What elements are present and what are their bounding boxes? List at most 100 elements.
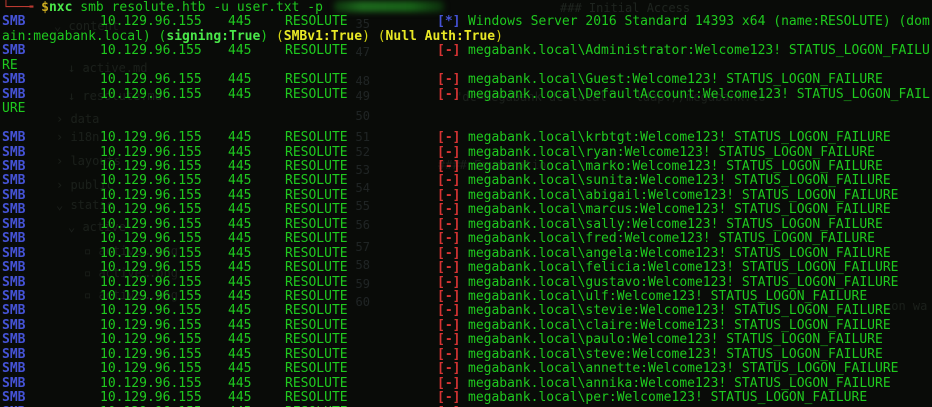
target-ip: 10.129.96.155 (100, 72, 202, 88)
smb-protocol-label: SMB (2, 303, 26, 319)
smb-protocol-label: SMB (2, 390, 26, 406)
host-info-segment: ) (362, 28, 378, 44)
target-hostname: RESOLUTE (285, 216, 348, 232)
logon-failure-message: megabank.local\paulo:Welcome123! STATUS_… (468, 332, 883, 348)
target-hostname: RESOLUTE (285, 317, 348, 333)
target-hostname: RESOLUTE (285, 346, 348, 362)
smb-protocol-label: SMB (2, 14, 26, 30)
target-hostname: RESOLUTE (285, 144, 348, 160)
target-hostname: RESOLUTE (285, 86, 348, 102)
shell-prompt: └──╼ $nxc smb resolute.htb -u user.txt -… (2, 1, 444, 15)
logon-failure-message: megabank.local\Guest:Welcome123! STATUS_… (468, 72, 883, 88)
wrapped-continuation: RE (2, 57, 18, 73)
target-port: 445 (228, 245, 252, 261)
status-flag-icon: [-] (437, 187, 461, 203)
logon-failure-message: megabank.local\fred:Welcome123! STATUS_L… (468, 231, 875, 247)
smb-protocol-label: SMB (2, 289, 26, 304)
smb-protocol-label: SMB (2, 260, 26, 276)
target-port: 445 (228, 274, 252, 290)
command-args: smb resolute.htb -u user.txt -p (72, 0, 331, 15)
target-port: 445 (228, 130, 252, 146)
status-flag-icon: [-] (437, 260, 461, 276)
smb-protocol-label: SMB (2, 332, 26, 348)
smb-protocol-label: SMB (2, 144, 26, 160)
command-name: nxc (48, 0, 73, 15)
logon-failure-message: megabank.local\annette:Welcome123! STATU… (468, 361, 899, 377)
smb-protocol-label: SMB (2, 158, 26, 174)
prompt-dollar: $ (41, 0, 49, 15)
status-flag-icon: [-] (437, 158, 461, 174)
smb-protocol-label: SMB (2, 245, 26, 261)
smb-protocol-label: SMB (2, 274, 26, 290)
logon-failure-message: megabank.local\angela:Welcome123! STATUS… (468, 245, 891, 261)
target-port: 445 (228, 346, 252, 362)
target-hostname: RESOLUTE (285, 274, 348, 290)
target-hostname: RESOLUTE (285, 361, 348, 377)
terminal-line: SMB 10.129.96.155 445 RESOLUTE [-] megabank.l… (0, 261, 932, 276)
logon-failure-message: megabank.local\krbtgt:Welcome123! STATUS… (468, 130, 891, 146)
target-port: 445 (228, 390, 252, 406)
logon-failure-message: megabank.local\ryan:Welcome123! STATUS_L… (468, 144, 875, 160)
status-flag-icon: [-] (437, 202, 461, 218)
logon-failure-message: megabank.local\abigail:Welcome123! STATU… (468, 187, 899, 203)
host-info-segment: SMBv1:True (283, 28, 363, 44)
host-info-wrap: ain:megabank.local) (signing:True) (SMBv… (2, 28, 503, 44)
target-ip: 10.129.96.155 (100, 245, 202, 261)
target-hostname: RESOLUTE (285, 72, 348, 88)
terminal-line: SMB 10.129.96.155 445 RESOLUTE [-] megabank.l… (0, 131, 932, 146)
target-ip: 10.129.96.155 (100, 202, 202, 218)
terminal-line: URE (0, 102, 932, 117)
host-info-segment: ( (377, 28, 386, 44)
smb-protocol-label: SMB (2, 216, 26, 232)
target-ip: 10.129.96.155 (100, 303, 202, 319)
smb-protocol-label: SMB (2, 202, 26, 218)
smb-protocol-label: SMB (2, 72, 26, 88)
smb-protocol-label: SMB (2, 375, 26, 391)
status-flag-icon: [-] (437, 231, 461, 247)
target-hostname: RESOLUTE (285, 43, 348, 59)
status-flag-icon: [-] (437, 332, 461, 348)
target-hostname: RESOLUTE (285, 390, 348, 406)
target-ip: 10.129.96.155 (100, 86, 202, 102)
logon-failure-message: megabank.local\sally:Welcome123! STATUS_… (468, 216, 883, 232)
target-ip: 10.129.96.155 (100, 231, 202, 247)
logon-failure-message: megabank.local\ulf:Welcome123! STATUS_LO… (468, 289, 868, 304)
host-info-segment: signing:True (166, 28, 261, 44)
smb-protocol-label: SMB (2, 346, 26, 362)
logon-failure-message: megabank.local\DefaultAccount:Welcome123… (468, 86, 930, 102)
target-port: 445 (228, 72, 252, 88)
wrapped-continuation: URE (2, 101, 26, 117)
terminal-line: SMB 10.129.96.155 445 RESOLUTE [-] megabank.l… (0, 73, 932, 88)
redacted-password-blur (333, 1, 444, 12)
target-port: 445 (228, 216, 252, 232)
terminal-window[interactable]: ### Initial Access ⌄ content ↓ active.md ↓… (0, 0, 932, 407)
target-ip: 10.129.96.155 (100, 346, 202, 362)
target-hostname: RESOLUTE (285, 173, 348, 189)
target-port: 445 (228, 303, 252, 319)
status-flag-icon: [-] (437, 245, 461, 261)
host-info-message: Windows Server 2016 Standard 14393 x64 (… (468, 14, 930, 30)
status-flag-icon: [-] (437, 216, 461, 232)
target-hostname: RESOLUTE (285, 130, 348, 146)
target-hostname: RESOLUTE (285, 202, 348, 218)
target-ip: 10.129.96.155 (100, 216, 202, 232)
logon-failure-message: megabank.local\sunita:Welcome123! STATUS… (468, 173, 891, 189)
terminal-line: SMB 10.129.96.155 445 RESOLUTE [-] megabank.l… (0, 86, 932, 103)
target-port: 445 (228, 43, 252, 59)
status-flag-icon: [-] (437, 86, 461, 102)
target-port: 445 (228, 361, 252, 377)
target-ip: 10.129.96.155 (100, 390, 202, 406)
status-flag-icon: [-] (437, 274, 461, 290)
target-hostname: RESOLUTE (285, 303, 348, 319)
target-port: 445 (228, 173, 252, 189)
status-flag-icon: [-] (437, 130, 461, 146)
terminal-line: SMB 10.129.96.155 445 RESOLUTE [-] megabank.l… (0, 362, 932, 377)
target-hostname: RESOLUTE (285, 245, 348, 261)
target-hostname: RESOLUTE (285, 158, 348, 174)
logon-failure-message: megabank.local\steve:Welcome123! STATUS_… (468, 346, 883, 362)
target-port: 445 (228, 289, 252, 304)
target-hostname: RESOLUTE (285, 289, 348, 304)
logon-failure-message: megabank.local\marko:Welcome123! STATUS_… (468, 158, 883, 174)
host-info-segment: ) (495, 28, 503, 44)
smb-protocol-label: SMB (2, 187, 26, 203)
